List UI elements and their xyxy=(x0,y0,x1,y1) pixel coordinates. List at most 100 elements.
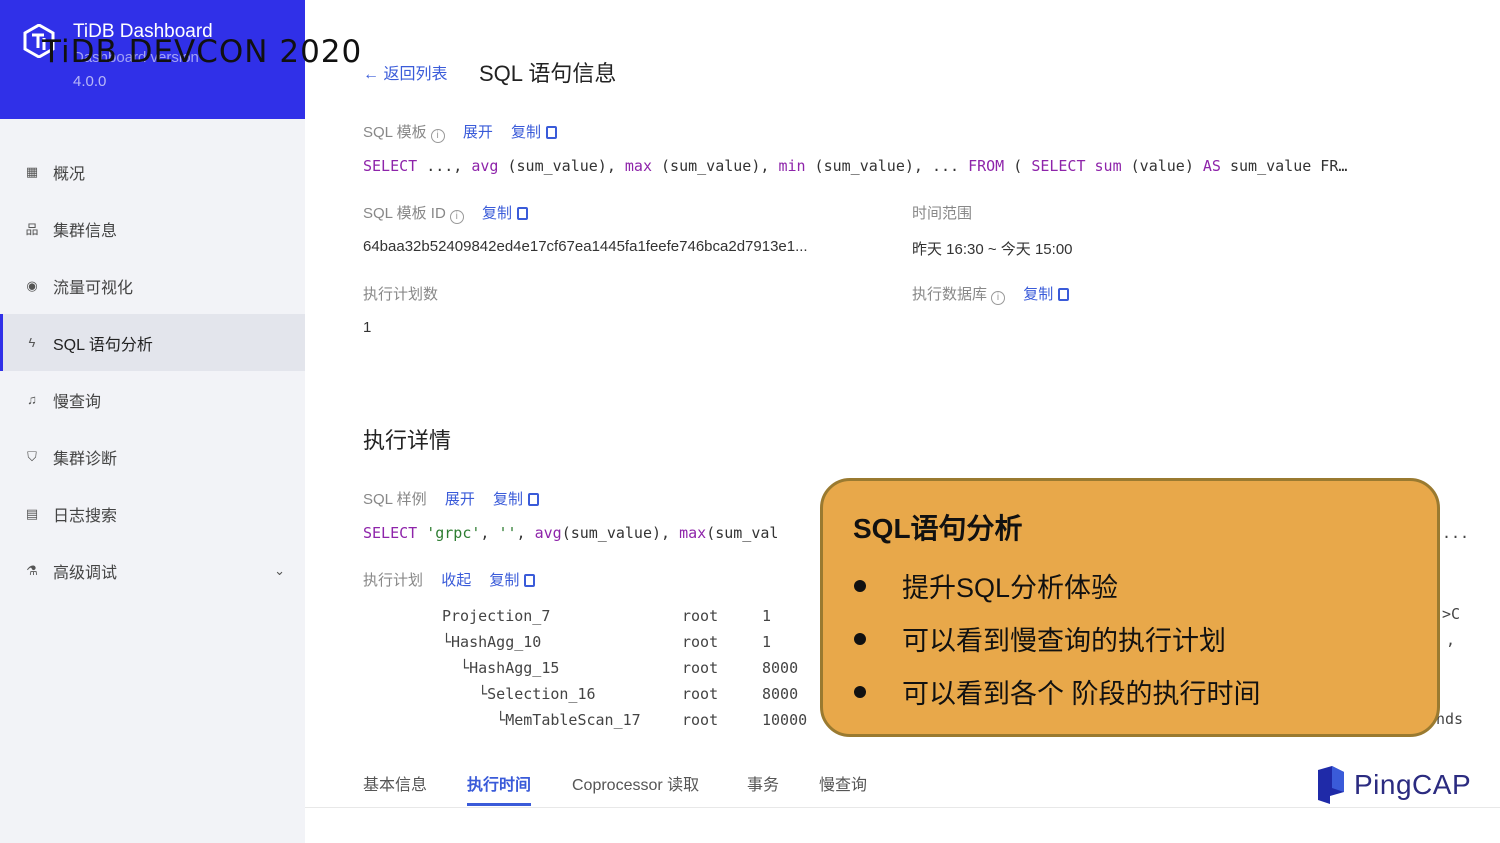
plan-rows: 1 xyxy=(762,633,772,651)
copy-icon xyxy=(546,126,558,139)
eye-icon: ◉ xyxy=(26,277,38,293)
tab-coprocessor-read[interactable]: Coprocessor 读取 xyxy=(572,771,699,795)
plan-op: └HashAgg_10 xyxy=(442,633,542,651)
plan-edge-fragment: nds xyxy=(1436,710,1464,728)
bullet-text: 可以看到慢查询的执行计划 xyxy=(902,626,1226,656)
plan-row: └HashAgg_15 root 8000 xyxy=(442,655,807,681)
plan-task: root xyxy=(682,633,719,651)
callout-bullet: 可以看到慢查询的执行计划 xyxy=(853,612,1261,665)
tab-slow-query[interactable]: 慢查询 xyxy=(819,771,867,795)
plan-task: root xyxy=(682,607,719,625)
sidebar-nav: ▦ 概况 品 集群信息 ◉ 流量可视化 ϟ SQL 语句分析 ♫ 慢查询 ⛉ 集… xyxy=(0,143,305,599)
bullet-dot-icon xyxy=(854,632,866,645)
sidebar-item-log-search[interactable]: ▤ 日志搜索 xyxy=(0,485,305,542)
sidebar-item-label: 高级调试 xyxy=(53,564,118,582)
callout-bullet: 提升SQL分析体验 xyxy=(853,559,1261,612)
flask-icon: ⚗ xyxy=(26,562,38,578)
sidebar-item-slow-query[interactable]: ♫ 慢查询 xyxy=(0,371,305,428)
tab-exec-time[interactable]: 执行时间 xyxy=(467,771,532,806)
sidebar-item-label: 流量可视化 xyxy=(53,279,134,297)
copy-plan-button[interactable]: 复制 xyxy=(489,572,536,589)
sidebar-item-diagnose[interactable]: ⛉ 集群诊断 xyxy=(0,428,305,485)
expand-template-button[interactable]: 展开 xyxy=(463,124,493,141)
bullet-dot-icon xyxy=(854,579,866,592)
feature-callout: SQL语句分析 提升SQL分析体验 可以看到慢查询的执行计划 可以看到各个 阶段… xyxy=(820,478,1440,737)
plan-op: Projection_7 xyxy=(442,607,551,625)
plan-rows: 8000 xyxy=(762,685,799,703)
copy-icon xyxy=(524,574,536,587)
callout-title: SQL语句分析 xyxy=(853,513,1023,544)
exec-detail-title: 执行详情 xyxy=(363,428,452,453)
template-id-value: 64baa32b52409842ed4e17cf67ea1445fa1feefe… xyxy=(363,238,808,255)
sql-template-code: SELECT ..., avg (sum_value), max (sum_va… xyxy=(363,157,1348,175)
plan-task: root xyxy=(682,659,719,677)
copy-template-button[interactable]: 复制 xyxy=(511,124,558,141)
copy-sample-button[interactable]: 复制 xyxy=(493,491,540,508)
callout-bullet: 可以看到各个 阶段的执行时间 xyxy=(853,665,1261,718)
brand-version: 4.0.0 xyxy=(73,73,107,90)
bullet-text: 可以看到各个 阶段的执行时间 xyxy=(902,679,1261,709)
brand-header: TiDB Dashboard Dashboard version 4.0.0 T… xyxy=(0,0,361,119)
pingcap-logo: PingCAP xyxy=(1316,766,1471,804)
template-id-label: SQL 模板 ID xyxy=(363,205,446,222)
copy-label: 复制 xyxy=(481,205,512,222)
plan-rows: 8000 xyxy=(762,659,799,677)
copy-label: 复制 xyxy=(489,572,520,589)
plan-op: └HashAgg_15 xyxy=(442,659,560,677)
expand-sample-button[interactable]: 展开 xyxy=(445,491,475,508)
sidebar-item-label: 集群诊断 xyxy=(53,450,118,468)
plan-op: └Selection_16 xyxy=(442,685,596,703)
bullet-text: 提升SQL分析体验 xyxy=(902,573,1119,603)
exec-db-field: 执行数据库 i 复制 xyxy=(912,283,1070,305)
exec-plan-table: Projection_7 root 1 └HashAgg_10 root 1 └Hash… xyxy=(442,603,807,733)
sidebar-item-advanced-debug[interactable]: ⚗ 高级调试 ⌄ xyxy=(0,542,305,599)
sql-sample-code: SELECT 'grpc', '', avg(sum_value), max(s… xyxy=(363,524,779,542)
back-to-list-link[interactable]: ← 返回列表 xyxy=(363,60,447,84)
back-label: 返回列表 xyxy=(383,66,448,83)
sidebar-item-label: 概况 xyxy=(53,165,86,183)
info-icon: i xyxy=(449,210,464,224)
info-icon: i xyxy=(991,291,1006,305)
file-icon: ▤ xyxy=(25,505,39,521)
plan-count-value: 1 xyxy=(363,319,372,336)
sql-template-field: SQL 模板 i 展开 复制 xyxy=(363,121,558,143)
chevron-down-icon: ⌄ xyxy=(274,562,285,578)
sidebar-item-label: 慢查询 xyxy=(53,393,102,411)
pingcap-text: PingCAP xyxy=(1354,769,1472,800)
sql-sample-label: SQL 样例 xyxy=(363,491,427,508)
pingcap-mark-icon xyxy=(1318,766,1344,804)
sidebar-item-overview[interactable]: ▦ 概况 xyxy=(0,143,305,200)
callout-bullets: 提升SQL分析体验 可以看到慢查询的执行计划 可以看到各个 阶段的执行时间 xyxy=(853,559,1261,718)
copy-icon xyxy=(528,493,540,506)
plan-edge-fragment: >C xyxy=(1442,605,1461,623)
copy-label: 复制 xyxy=(511,124,542,141)
bolt-icon: ϟ xyxy=(28,335,36,350)
tab-transaction[interactable]: 事务 xyxy=(747,771,779,795)
plan-task: root xyxy=(682,711,719,729)
info-icon: i xyxy=(430,129,445,143)
sidebar-item-cluster-info[interactable]: 品 集群信息 xyxy=(0,200,305,257)
template-id-field: SQL 模板 ID i 复制 xyxy=(363,202,528,224)
sidebar-item-label: 集群信息 xyxy=(53,222,118,240)
tab-basic-info[interactable]: 基本信息 xyxy=(363,771,427,795)
sidebar: TiDB Dashboard Dashboard version 4.0.0 T… xyxy=(0,0,361,843)
shield-icon: ⛉ xyxy=(27,448,37,464)
sidebar-item-sql-statements[interactable]: ϟ SQL 语句分析 xyxy=(0,314,305,371)
sidebar-item-label: 日志搜索 xyxy=(53,507,118,525)
sidebar-item-label: SQL 语句分析 xyxy=(53,336,153,354)
bullet-dot-icon xyxy=(854,685,866,698)
sql-sample-field: SQL 样例 展开 复制 xyxy=(363,488,540,509)
copy-template-id-button[interactable]: 复制 xyxy=(482,205,528,222)
exec-db-label: 执行数据库 xyxy=(912,286,988,303)
collapse-plan-button[interactable]: 收起 xyxy=(441,572,471,589)
exec-plan-field: 执行计划 收起 复制 xyxy=(363,569,536,590)
sidebar-item-key-visualizer[interactable]: ◉ 流量可视化 xyxy=(0,257,305,314)
copy-exec-db-button[interactable]: 复制 xyxy=(1023,286,1070,303)
exec-plan-label: 执行计划 xyxy=(363,572,424,589)
plan-count-label: 执行计划数 xyxy=(363,286,439,303)
copy-icon xyxy=(1058,288,1070,301)
plan-task: root xyxy=(682,685,719,703)
plan-row: └Selection_16 root 8000 xyxy=(442,681,807,707)
plan-rows: 10000 xyxy=(762,711,808,729)
copy-label: 复制 xyxy=(493,491,524,508)
